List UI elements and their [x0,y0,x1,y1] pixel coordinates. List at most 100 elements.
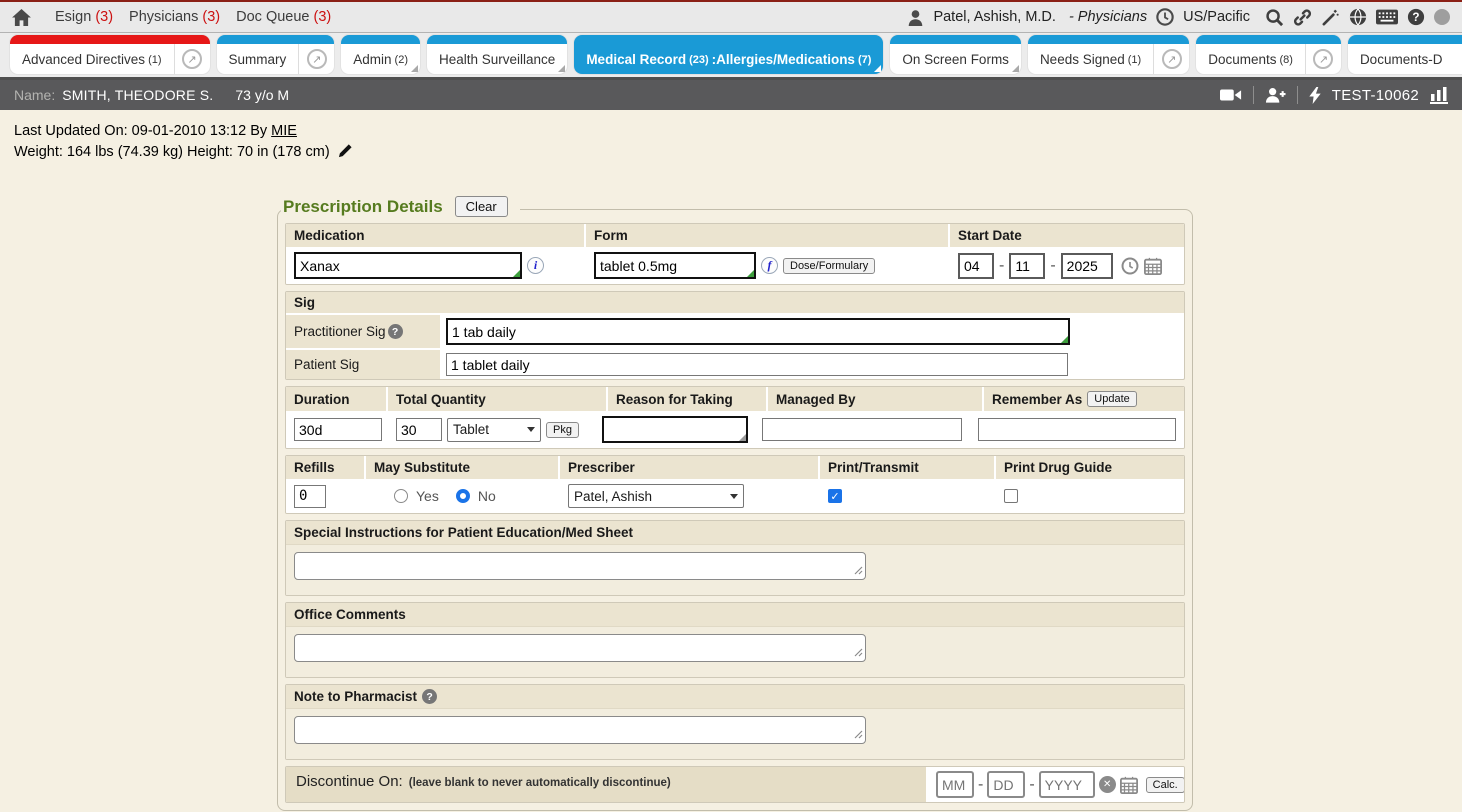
search-icon[interactable] [1265,8,1284,27]
divider [1253,86,1254,104]
may-substitute-header: May Substitute [366,456,560,479]
clock-icon[interactable] [1156,8,1174,26]
formulary-f-icon[interactable]: f [761,257,778,274]
tab-health-surveillance[interactable]: Health Surveillance [427,35,567,74]
pharmacist-note-help-icon[interactable]: ? [422,689,437,704]
discontinue-year-input[interactable] [1039,771,1095,798]
globe-icon[interactable] [1349,8,1367,26]
remember-as-header: Remember As Update [984,387,1184,411]
start-day-input[interactable] [1009,253,1045,279]
dose-formulary-button[interactable]: Dose/Formulary [783,258,875,274]
print-drug-guide-header: Print Drug Guide [996,456,1184,479]
topbar-nav: Esign (3) Physicians (3) Doc Queue (3) [55,9,331,25]
nav-doc-queue[interactable]: Doc Queue (3) [236,9,331,25]
discontinue-month-input[interactable] [936,771,974,798]
reason-input[interactable] [602,416,748,443]
duration-input[interactable] [294,418,382,441]
clear-date-icon[interactable]: ✕ [1099,776,1116,793]
current-user[interactable]: Patel, Ashish, M.D. [933,9,1056,25]
update-button[interactable]: Update [1087,391,1136,407]
print-transmit-checkbox[interactable]: ✓ [828,489,842,503]
calc-button[interactable]: Calc. [1146,777,1185,793]
tab-documents[interactable]: Documents(8) ↗ [1196,35,1341,74]
tab-corner-indicator [1012,65,1019,72]
add-person-icon[interactable] [1265,87,1286,103]
keyboard-icon[interactable] [1376,9,1398,25]
vitals-line: Weight: 164 lbs (74.39 kg) Height: 70 in… [14,142,1448,163]
tab-needs-signed[interactable]: Needs Signed(1) ↗ [1028,35,1189,74]
practitioner-sig-input[interactable] [446,318,1070,345]
panel-title: Prescription Details [283,197,443,217]
clear-button[interactable]: Clear [455,196,508,217]
patient-name: SMITH, THEODORE S. [62,87,213,103]
discontinue-day-input[interactable] [987,771,1025,798]
tab-corner-indicator [874,65,881,72]
edit-pencil-icon[interactable] [338,143,353,158]
office-comments-textarea[interactable] [294,634,866,662]
chart-id: TEST-10062 [1332,87,1419,104]
wand-icon[interactable] [1321,8,1340,27]
link-icon[interactable] [1293,8,1312,27]
flowsheet-chart-icon[interactable] [1430,87,1448,104]
remember-as-input[interactable] [978,418,1176,441]
substitute-yes-radio[interactable] [394,489,408,503]
lightning-icon[interactable] [1309,87,1321,104]
start-month-input[interactable] [958,253,994,279]
discontinue-calendar-icon[interactable] [1120,776,1138,794]
popout-icon[interactable]: ↗ [298,44,334,74]
home-icon[interactable] [12,9,31,26]
start-year-input[interactable] [1061,253,1113,279]
tab-admin[interactable]: Admin(2) [341,35,420,74]
total-quantity-input[interactable] [396,418,442,441]
print-drug-guide-checkbox[interactable] [1004,489,1018,503]
tab-corner-indicator [411,65,418,72]
help-icon[interactable]: ? [1407,8,1425,26]
calendar-icon[interactable] [1144,257,1162,275]
note-to-pharmacist-section: Note to Pharmacist? [285,684,1185,760]
managed-by-header: Managed By [768,387,984,411]
note-to-pharmacist-textarea[interactable] [294,716,866,744]
current-role: - Physicians [1069,9,1147,25]
substitute-no-radio[interactable] [456,489,470,503]
office-comments-section: Office Comments [285,602,1185,678]
patient-age-sex: 73 y/o M [235,87,289,103]
refills-header: Refills [286,456,366,479]
nav-physicians[interactable]: Physicians (3) [129,9,220,25]
discontinue-section: Discontinue On: (leave blank to never au… [285,766,1185,803]
start-date-header: Start Date [950,224,1184,247]
mie-link[interactable]: MIE [271,123,297,139]
managed-by-input[interactable] [762,418,962,441]
patient-sig-input[interactable] [446,353,1068,376]
refills-input[interactable] [294,485,326,508]
popout-icon[interactable]: ↗ [1153,44,1189,74]
popout-icon[interactable]: ↗ [174,44,210,74]
tab-medical-record-active[interactable]: Medical Record(23):Allergies/Medications… [574,35,883,74]
popout-icon[interactable]: ↗ [1305,44,1341,74]
prescriber-select[interactable]: Patel, Ashish [568,484,744,508]
tab-corner-indicator [558,65,565,72]
tab-advanced-directives[interactable]: Advanced Directives(1) ↗ [10,35,210,74]
print-transmit-header: Print/Transmit [820,456,996,479]
svg-text:?: ? [1412,11,1419,24]
top-bar: Esign (3) Physicians (3) Doc Queue (3) P… [0,0,1462,33]
status-dot-icon[interactable] [1434,9,1450,25]
special-instructions-textarea[interactable] [294,552,866,580]
video-camera-icon[interactable] [1220,88,1242,102]
patient-name-label: Name: [14,87,55,103]
nav-esign[interactable]: Esign (3) [55,9,113,25]
tab-documents-d[interactable]: Documents-D [1348,35,1462,74]
quantity-unit-select[interactable]: Tablet [447,418,541,442]
tab-on-screen-forms[interactable]: On Screen Forms [890,35,1021,74]
medication-input[interactable] [294,252,522,279]
pkg-button[interactable]: Pkg [546,422,579,438]
main-content: Last Updated On: 09-01-2010 13:12 By MIE… [0,110,1462,812]
practitioner-sig-help-icon[interactable]: ? [388,324,403,339]
reason-header: Reason for Taking [608,387,768,411]
office-comments-header: Office Comments [286,603,1184,627]
medication-info-icon[interactable]: i [527,257,544,274]
form-input[interactable] [594,252,756,279]
tab-summary[interactable]: Summary ↗ [217,35,335,74]
time-icon[interactable] [1121,257,1139,275]
duration-section: Duration Total Quantity Reason for Takin… [285,386,1185,449]
chart-tabs: Advanced Directives(1) ↗ Summary ↗ Admin… [0,33,1462,80]
